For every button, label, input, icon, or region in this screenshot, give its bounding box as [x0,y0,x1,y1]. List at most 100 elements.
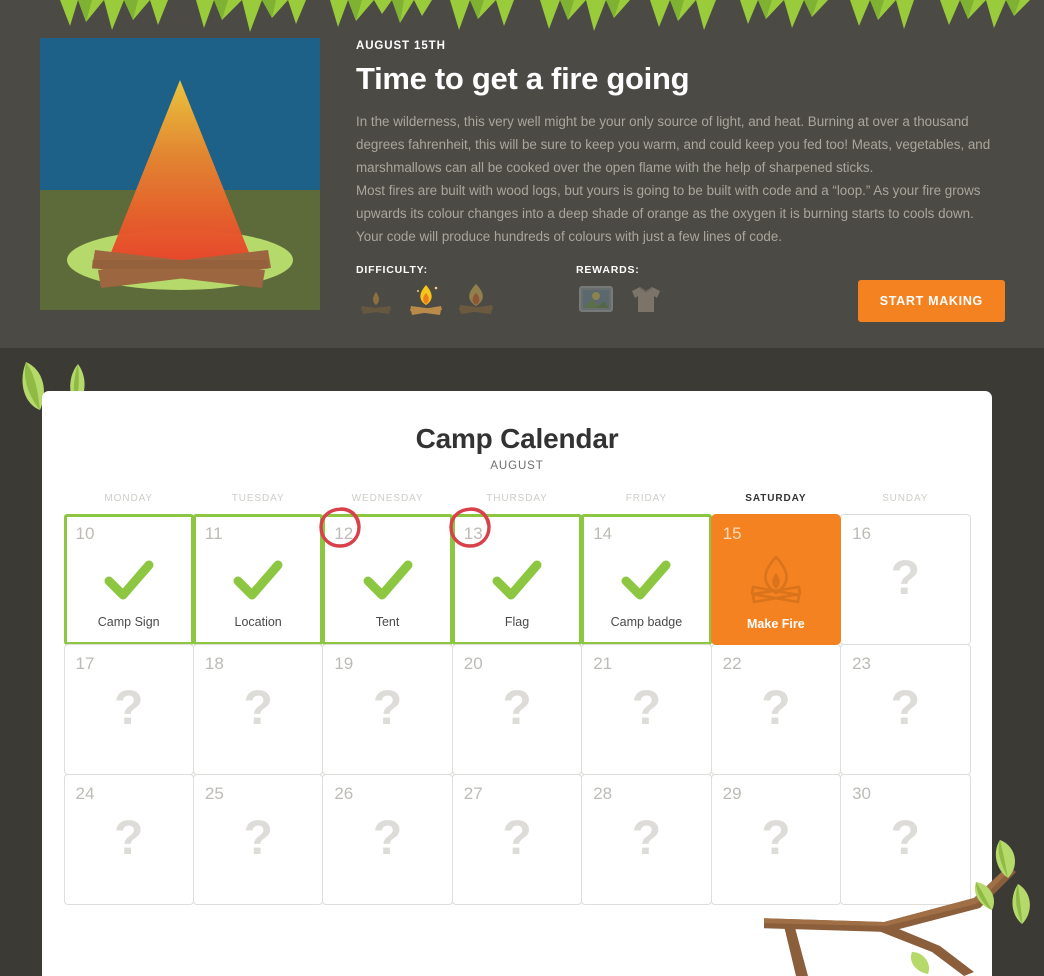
day-number: 18 [204,653,224,673]
calendar-day-24[interactable]: 24? [63,773,194,905]
weekday-header-saturday: SATURDAY [745,493,807,504]
question-mark-glyph: ? [502,811,532,865]
day-number: 27 [463,783,483,803]
calendar-day-19[interactable]: 19? [322,643,453,775]
rewards-label: REWARDS: [576,264,640,276]
hero-paragraph-1: In the wilderness, this very well might … [356,113,991,175]
check-icon [196,555,320,607]
day-number: 23 [852,653,871,673]
calendar-day-10[interactable]: 10 Camp Sign [63,513,194,645]
campfire-small-icon [356,282,396,316]
locked-placeholder: ? [194,813,322,865]
weekday-header-thursday: THURSDAY [486,493,548,504]
day-number: 13 [463,523,483,543]
check-icon [325,555,449,607]
day-number: 24 [75,783,95,803]
locked-placeholder: ? [841,683,969,735]
question-mark-glyph: ? [890,681,920,735]
day-label: Location [234,614,282,629]
question-mark-glyph: ? [243,681,273,735]
tree-branch-icon [764,840,1030,976]
calendar-day-18[interactable]: 18? [192,643,324,775]
locked-placeholder: ? [194,683,322,735]
start-making-button[interactable]: START MAKING [857,280,1005,322]
campfire-outline-icon [712,553,840,605]
check-icon [455,555,579,607]
check-icon [492,560,542,599]
calendar-day-28[interactable]: 28? [581,773,712,905]
calendar-day-22[interactable]: 22? [710,643,842,775]
locked-placeholder: ? [582,813,710,865]
calendar-day-11[interactable]: 11 Location [192,513,324,645]
hero-panel: AUGUST 15TH Time to get a fire going In … [0,0,1044,348]
day-label: Flag [504,614,530,629]
campfire-illustration [40,38,320,310]
hero-date-kicker: AUGUST 15TH [356,40,446,52]
day-number: 16 [852,523,871,543]
calendar-day-16[interactable]: 16? [840,513,971,645]
day-number: 25 [204,783,224,803]
weekday-header-wednesday: WEDNESDAY [351,493,424,504]
check-icon [363,560,413,599]
locked-placeholder: ? [841,553,969,605]
badge-patch-icon [576,282,616,316]
question-mark-glyph: ? [114,811,144,865]
day-number: 28 [593,783,613,803]
calendar-day-15[interactable]: 15 Make Fire [710,513,842,645]
calendar-day-25[interactable]: 25? [192,773,324,905]
hero-description: In the wilderness, this very well might … [356,110,1004,248]
locked-placeholder: ? [65,683,193,735]
day-number: 20 [463,653,483,673]
day-number: 30 [852,783,871,803]
day-number: 17 [75,653,95,673]
leaf-border-icon [60,0,1030,32]
difficulty-icon-row [356,282,496,316]
day-number: 19 [334,653,354,673]
day-number: 11 [204,523,223,543]
calendar-day-20[interactable]: 20? [451,643,583,775]
calendar-day-17[interactable]: 17? [63,643,194,775]
question-mark-glyph: ? [114,681,144,735]
calendar-day-26[interactable]: 26? [322,773,453,905]
day-number: 15 [722,523,742,543]
calendar-day-21[interactable]: 21? [581,643,712,775]
day-label: Tent [375,614,400,629]
calendar-day-12[interactable]: 12 Tent [319,506,453,645]
difficulty-block: DIFFICULTY: [356,264,496,316]
locked-placeholder: ? [582,683,710,735]
check-icon [67,555,191,607]
calendar-section: Camp Calendar AUGUST MONDAY TUESDAY WEDNES… [0,348,1044,976]
question-mark-glyph: ? [761,681,791,735]
page-root: AUGUST 15TH Time to get a fire going In … [0,0,1044,976]
day-number: 22 [722,653,742,673]
hero-meta-row: DIFFICULTY: REWARDS: START MAKING [356,264,1005,322]
shirt-icon [626,282,666,316]
locked-placeholder: ? [712,683,840,735]
campfire-outline-icon [750,555,802,603]
hero-paragraph-2: Most fires are built with wood logs, but… [356,182,981,244]
calendar-day-23[interactable]: 23? [840,643,971,775]
question-mark-glyph: ? [372,681,403,735]
day-label: Camp Sign [97,614,160,629]
calendar-day-27[interactable]: 27? [451,773,583,905]
weekday-header-monday: MONDAY [104,493,153,504]
day-number: 29 [722,783,742,803]
weekday-header-row: MONDAY TUESDAY WEDNESDAY THURSDAY FRIDAY SATU… [64,493,970,504]
hero-content: AUGUST 15TH Time to get a fire going In … [40,38,1005,322]
check-icon [621,560,671,599]
check-icon [584,555,708,607]
check-icon [233,560,283,599]
question-mark-glyph: ? [502,681,532,735]
weekday-header-sunday: SUNDAY [882,493,929,504]
question-mark-glyph: ? [631,681,662,735]
calendar-month: AUGUST [490,460,544,472]
calendar-day-13[interactable]: 13 Flag [449,506,583,645]
locked-placeholder: ? [65,813,193,865]
day-label: Camp badge [610,614,683,629]
day-label: Make Fire [747,616,805,631]
page-title: Camp Calendar [415,423,619,454]
locked-placeholder: ? [323,813,451,865]
calendar-day-14[interactable]: 14 Camp badge [581,513,712,645]
rewards-icon-row [576,282,666,316]
weekday-header-tuesday: TUESDAY [231,493,285,504]
